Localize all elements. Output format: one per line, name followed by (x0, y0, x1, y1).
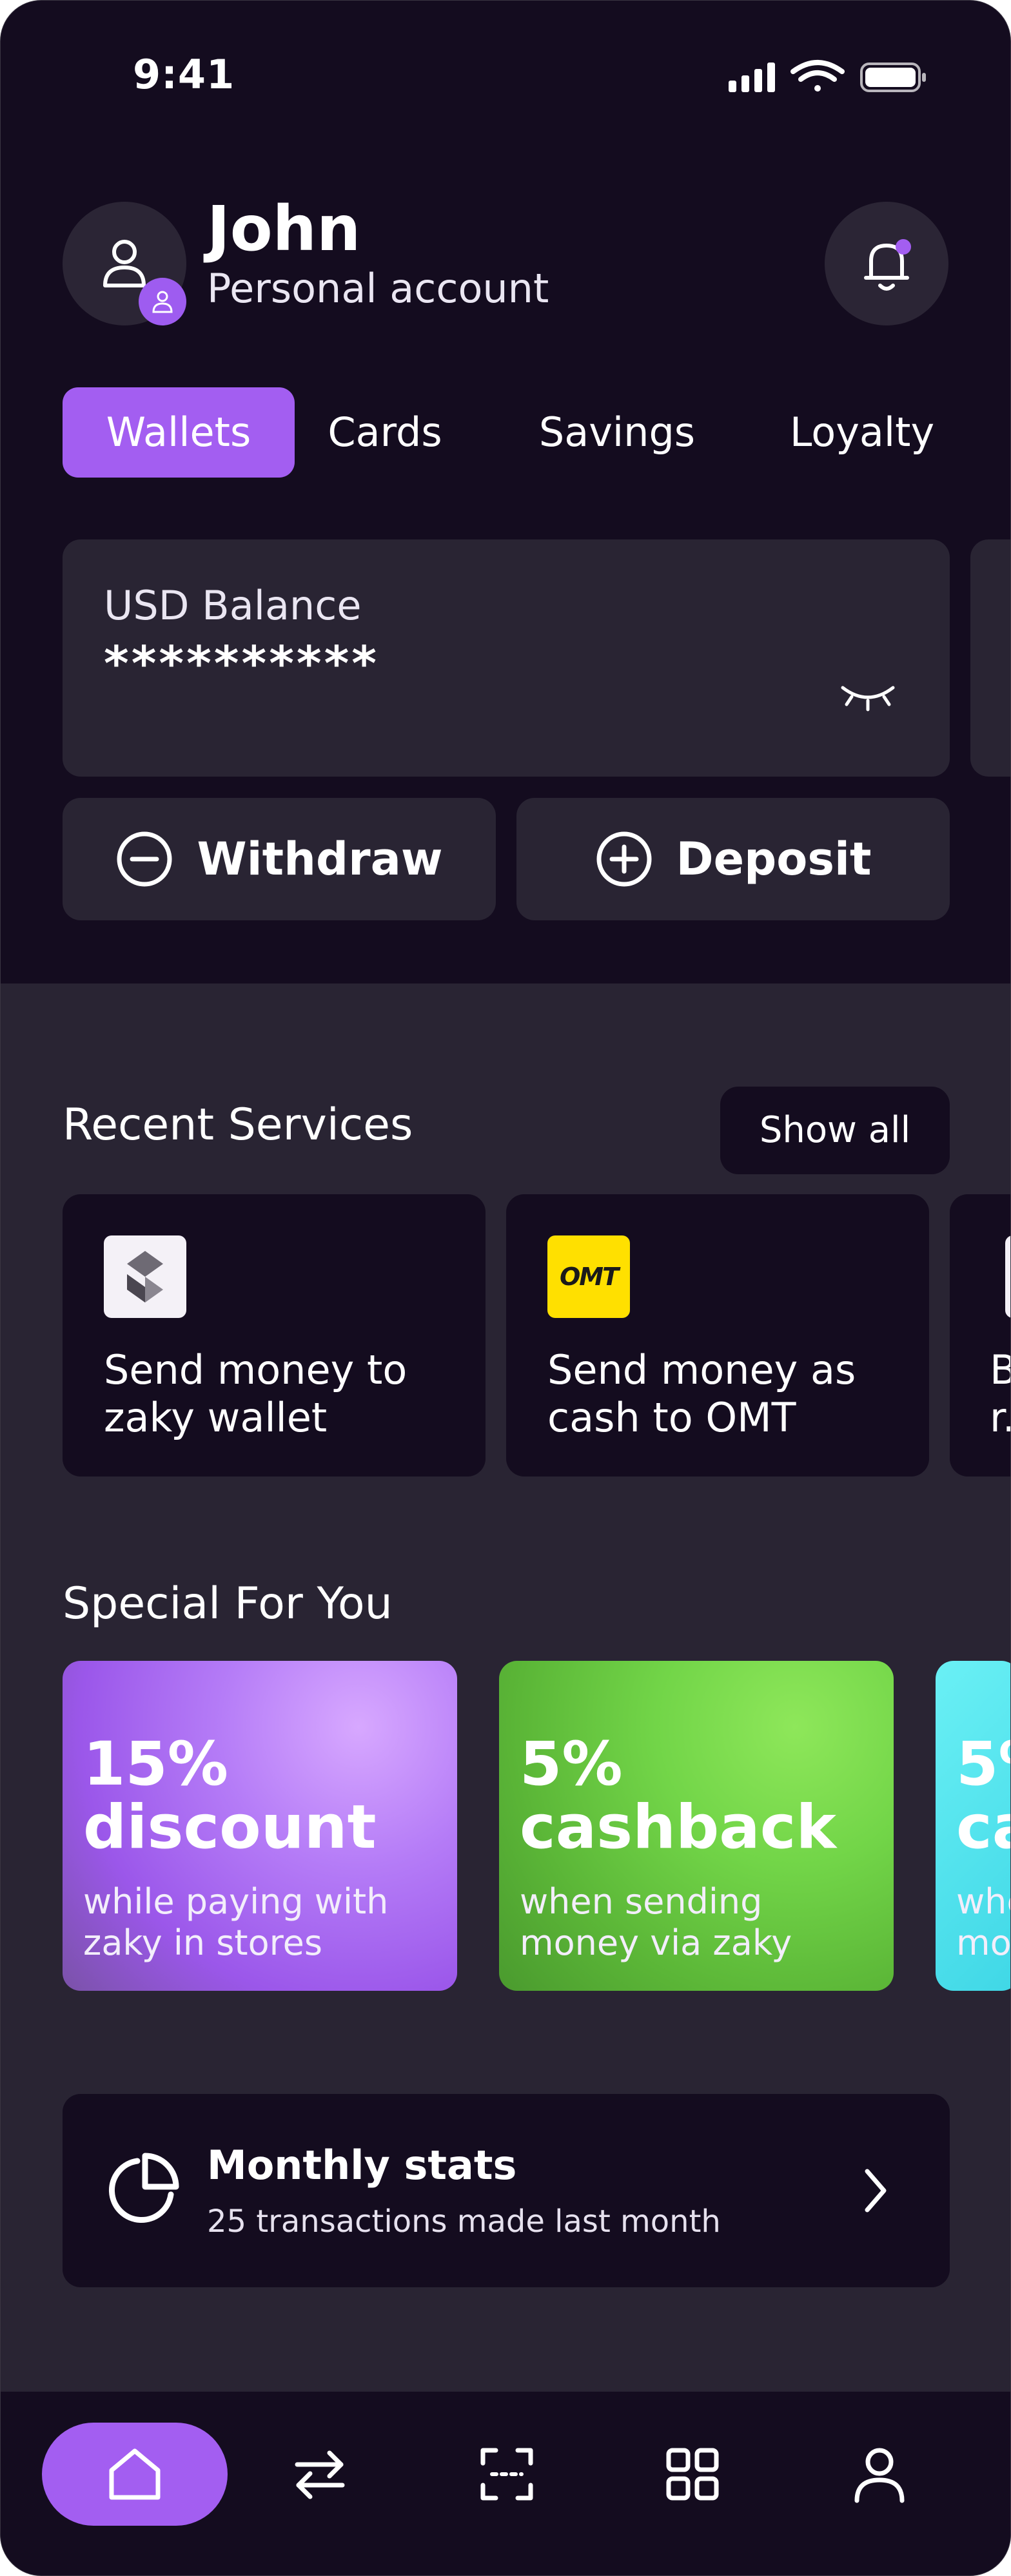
promo-card-discount[interactable]: 15% discount while paying with zaky in s… (63, 1661, 457, 1991)
promo-description: when sending money via zaky (520, 1881, 792, 1963)
service-card-zaky[interactable]: Send money to zaky wallet (63, 1194, 486, 1477)
home-icon (109, 2448, 161, 2500)
service-label: Send money to zaky wallet (104, 1346, 407, 1441)
service-logo (1005, 1235, 1010, 1318)
nav-scan[interactable] (452, 2423, 562, 2526)
plus-circle-icon (596, 831, 652, 887)
bottom-nav (1, 2392, 1010, 2575)
stats-subtitle: 25 transactions made last month (207, 2203, 721, 2240)
withdraw-button[interactable]: Withdraw (63, 798, 496, 920)
omt-logo-text: OMT (559, 1263, 619, 1291)
eye-closed-icon[interactable] (839, 680, 897, 712)
signal-icon (729, 63, 775, 92)
pie-chart-icon (108, 2153, 179, 2223)
nav-profile[interactable] (825, 2423, 934, 2526)
special-title: Special For You (63, 1578, 393, 1629)
minus-circle-icon (117, 831, 172, 887)
profile-icon (854, 2448, 905, 2503)
show-all-button[interactable]: Show all (720, 1087, 950, 1174)
promo-description: whe mo (956, 1881, 1011, 1963)
balance-label: USD Balance (104, 582, 362, 629)
nav-home[interactable] (42, 2423, 228, 2526)
wallet-tabs: Wallets Cards Savings Loyalty (63, 387, 1010, 478)
top-section: 9:41 John Personal account Wallets Cards… (1, 1, 1010, 983)
service-label: B... r... (990, 1346, 1010, 1441)
apps-grid-icon (666, 2448, 719, 2501)
stats-title: Monthly stats (207, 2142, 517, 2189)
status-time: 9:41 (133, 51, 235, 98)
balance-card[interactable]: USD Balance ********** (63, 539, 950, 777)
tab-loyalty[interactable]: Loyalty (759, 387, 965, 478)
next-balance-card[interactable] (970, 539, 1010, 777)
notifications-button[interactable] (825, 202, 948, 325)
nav-apps[interactable] (638, 2423, 747, 2526)
deposit-label: Deposit (676, 833, 872, 886)
tab-wallets[interactable]: Wallets (63, 387, 295, 478)
promo-card-cashback[interactable]: 5% cashback when sending money via zaky (499, 1661, 894, 1991)
wifi-icon (790, 60, 845, 92)
zaky-logo (104, 1235, 186, 1318)
promo-card-partial[interactable]: 5% ca whe mo (936, 1661, 1011, 1991)
user-icon (152, 291, 173, 313)
promo-description: while paying with zaky in stores (83, 1881, 389, 1963)
omt-logo: OMT (547, 1235, 630, 1318)
deposit-button[interactable]: Deposit (516, 798, 950, 920)
balance-value: ********** (104, 636, 379, 692)
nav-transfer[interactable] (265, 2423, 375, 2526)
scan-icon (480, 2448, 533, 2501)
withdraw-label: Withdraw (197, 833, 443, 886)
tab-cards[interactable]: Cards (295, 387, 475, 478)
user-name: John (207, 193, 361, 265)
phone-screen: 9:41 John Personal account Wallets Cards… (0, 0, 1011, 2576)
battery-icon (860, 63, 926, 92)
user-icon (103, 240, 146, 287)
recent-services-title: Recent Services (63, 1099, 413, 1150)
service-card-partial[interactable]: B... r... (950, 1194, 1010, 1477)
transfer-icon (295, 2450, 345, 2499)
promo-headline: 5% ca (956, 1733, 1010, 1859)
account-type: Personal account (207, 265, 549, 312)
tab-savings[interactable]: Savings (514, 387, 720, 478)
bell-icon (864, 239, 911, 291)
promo-headline: 15% discount (83, 1729, 377, 1863)
status-icons (729, 60, 926, 92)
account-badge (139, 278, 186, 325)
service-card-omt[interactable]: OMT Send money as cash to OMT (506, 1194, 929, 1477)
service-label: Send money as cash to OMT (547, 1346, 856, 1441)
chevron-right-icon (865, 2169, 887, 2213)
promo-headline: 5% cashback (520, 1729, 836, 1863)
monthly-stats-card[interactable]: Monthly stats 25 transactions made last … (63, 2094, 950, 2287)
